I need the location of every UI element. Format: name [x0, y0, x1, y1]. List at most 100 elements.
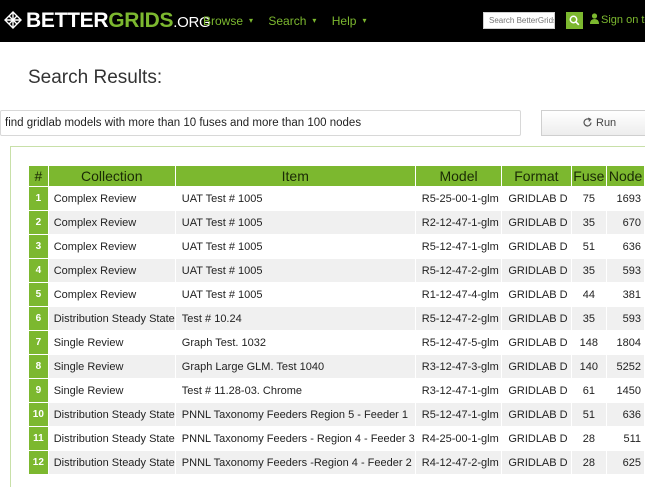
item-cell[interactable]: UAT Test # 1005: [175, 259, 415, 282]
item-cell[interactable]: Graph Test. 1032: [176, 331, 415, 354]
collection-cell: Complex Review: [48, 211, 175, 234]
node-cell: 593: [607, 307, 644, 330]
item-cell[interactable]: PNNL Taxonomy Feeders - Region 4 - Feede…: [176, 427, 415, 450]
results-table: # Collection Item Model Format Fuse Node…: [28, 165, 645, 475]
fuse-cell: 140: [571, 355, 607, 378]
column-header-collection[interactable]: Collection: [48, 166, 175, 186]
refresh-icon: [583, 117, 592, 127]
table-row[interactable]: 8 Single Review Graph Large GLM. Test 10…: [29, 355, 644, 378]
model-cell[interactable]: R2-12-47-1-glm: [415, 211, 502, 234]
format-cell: GRIDLAB D: [508, 240, 568, 253]
node-cell: 625: [607, 451, 644, 474]
row-number: 6: [29, 307, 48, 330]
collection-cell: Complex Review: [48, 259, 175, 282]
page-title: Search Results:: [28, 67, 163, 88]
column-header-fuse[interactable]: Fuse: [571, 166, 607, 186]
model-cell[interactable]: R5-12-47-1-glm: [415, 403, 502, 426]
item-cell[interactable]: PNNL Taxonomy Feeders -Region 4 - Feeder…: [175, 451, 415, 474]
column-header-node[interactable]: Node: [607, 166, 644, 186]
format-cell: GRIDLAB D: [508, 384, 568, 397]
format-cell: GRIDLAB D: [502, 211, 571, 234]
table-row[interactable]: 4 Complex Review UAT Test # 1005 R5-12-4…: [29, 259, 644, 282]
item-cell[interactable]: Graph Large GLM. Test 1040: [175, 355, 415, 378]
model-cell[interactable]: R5-12-47-1-glm: [416, 235, 502, 258]
collection-cell: Single Review: [53, 336, 124, 349]
model-cell[interactable]: R3-12-47-3-glm: [415, 355, 502, 378]
model-cell[interactable]: R5-12-47-2-glm: [415, 259, 502, 282]
item-cell[interactable]: Test # 10.24: [175, 307, 415, 330]
node-cell: 381: [622, 288, 641, 301]
table-row[interactable]: 5 Complex Review UAT Test # 1005 R1-12-4…: [29, 283, 644, 306]
row-number: 9: [29, 379, 48, 402]
item-cell[interactable]: UAT Test # 1005: [176, 235, 415, 258]
format-cell: GRIDLAB D: [502, 307, 571, 330]
table-row[interactable]: 6 Distribution Steady State Test # 10.24…: [29, 307, 644, 330]
row-number: 1: [29, 187, 48, 210]
query-input[interactable]: find gridlab models with more than 10 fu…: [0, 110, 521, 136]
model-cell[interactable]: R5-12-47-5-glm: [416, 331, 502, 354]
column-header-format[interactable]: Format: [502, 166, 571, 186]
row-number: 2: [29, 211, 48, 234]
run-button[interactable]: Run: [541, 110, 645, 136]
format-cell: GRIDLAB D: [508, 192, 568, 205]
menu-browse[interactable]: Browse ▾: [203, 14, 259, 28]
collection-cell: Complex Review: [53, 240, 137, 253]
table-row[interactable]: 9 Single Review Test # 11.28-03. Chrome …: [29, 379, 644, 402]
node-cell: 1804: [616, 336, 641, 349]
menu-help-label: Help: [331, 14, 357, 28]
table-row[interactable]: 3 Complex Review UAT Test # 1005 R5-12-4…: [29, 235, 644, 258]
row-number: 3: [29, 235, 48, 258]
fuse-cell: 35: [571, 307, 607, 330]
node-cell: 511: [623, 432, 641, 445]
row-number: 7: [29, 331, 48, 354]
run-label: Run: [596, 117, 617, 129]
table-row[interactable]: 1 Complex Review UAT Test # 1005 R5-25-0…: [29, 187, 644, 210]
fuse-cell: 35: [571, 211, 607, 234]
fuse-cell: 28: [571, 451, 607, 474]
chevron-down-icon: ▾: [362, 16, 367, 25]
format-cell: GRIDLAB D: [508, 432, 568, 445]
table-row[interactable]: 7 Single Review Graph Test. 1032 R5-12-4…: [29, 331, 644, 354]
table-row[interactable]: 12 Distribution Steady State PNNL Taxono…: [29, 451, 644, 474]
column-header-item[interactable]: Item: [175, 166, 415, 186]
row-number: 10: [29, 403, 48, 426]
model-cell[interactable]: R5-12-47-2-glm: [415, 307, 502, 330]
item-cell[interactable]: PNNL Taxonomy Feeders Region 5 - Feeder …: [175, 403, 415, 426]
item-cell[interactable]: UAT Test # 1005: [176, 283, 415, 306]
table-row[interactable]: 2 Complex Review UAT Test # 1005 R2-12-4…: [29, 211, 644, 234]
item-cell[interactable]: UAT Test # 1005: [175, 211, 415, 234]
table-row[interactable]: 11 Distribution Steady State PNNL Taxono…: [29, 427, 644, 450]
fuse-cell: 61: [582, 384, 595, 397]
column-header-model[interactable]: Model: [415, 166, 502, 186]
site-logo[interactable]: BETTERGRIDS.ORG: [26, 9, 211, 35]
table-row[interactable]: 10 Distribution Steady State PNNL Taxono…: [29, 403, 644, 426]
row-number: 8: [29, 355, 48, 378]
menu-help[interactable]: Help ▾: [332, 14, 373, 28]
node-cell: 1693: [616, 192, 641, 205]
format-cell: GRIDLAB D: [508, 336, 568, 349]
fuse-cell: 51: [571, 403, 607, 426]
site-search-button[interactable]: [566, 12, 583, 29]
menu-browse-label: Browse: [203, 14, 244, 28]
collection-cell: Distribution Steady State: [48, 403, 175, 426]
collection-cell: Distribution Steady State: [48, 451, 175, 474]
item-cell[interactable]: UAT Test # 1005: [176, 187, 415, 210]
format-cell: GRIDLAB D: [502, 451, 571, 474]
model-cell[interactable]: R5-25-00-1-glm: [416, 187, 502, 210]
model-cell[interactable]: R4-25-00-1-glm: [416, 427, 502, 450]
user-icon: [590, 13, 599, 24]
menu-search[interactable]: Search ▾: [268, 14, 322, 28]
model-cell[interactable]: R4-12-47-2-glm: [415, 451, 502, 474]
node-cell: 636: [607, 403, 644, 426]
collection-cell: Single Review: [53, 384, 124, 397]
item-cell[interactable]: Test # 11.28-03. Chrome: [176, 379, 415, 402]
sign-on-link[interactable]: Sign on to: [590, 13, 645, 26]
collection-cell: Complex Review: [53, 288, 137, 301]
node-cell: 1450: [616, 384, 641, 397]
grid-logo-icon[interactable]: [4, 11, 22, 29]
fuse-cell: 44: [582, 288, 595, 301]
site-search-input[interactable]: [483, 12, 555, 29]
model-cell[interactable]: R1-12-47-4-glm: [416, 283, 502, 306]
column-header-number[interactable]: #: [29, 166, 48, 186]
model-cell[interactable]: R3-12-47-1-glm: [416, 379, 502, 402]
